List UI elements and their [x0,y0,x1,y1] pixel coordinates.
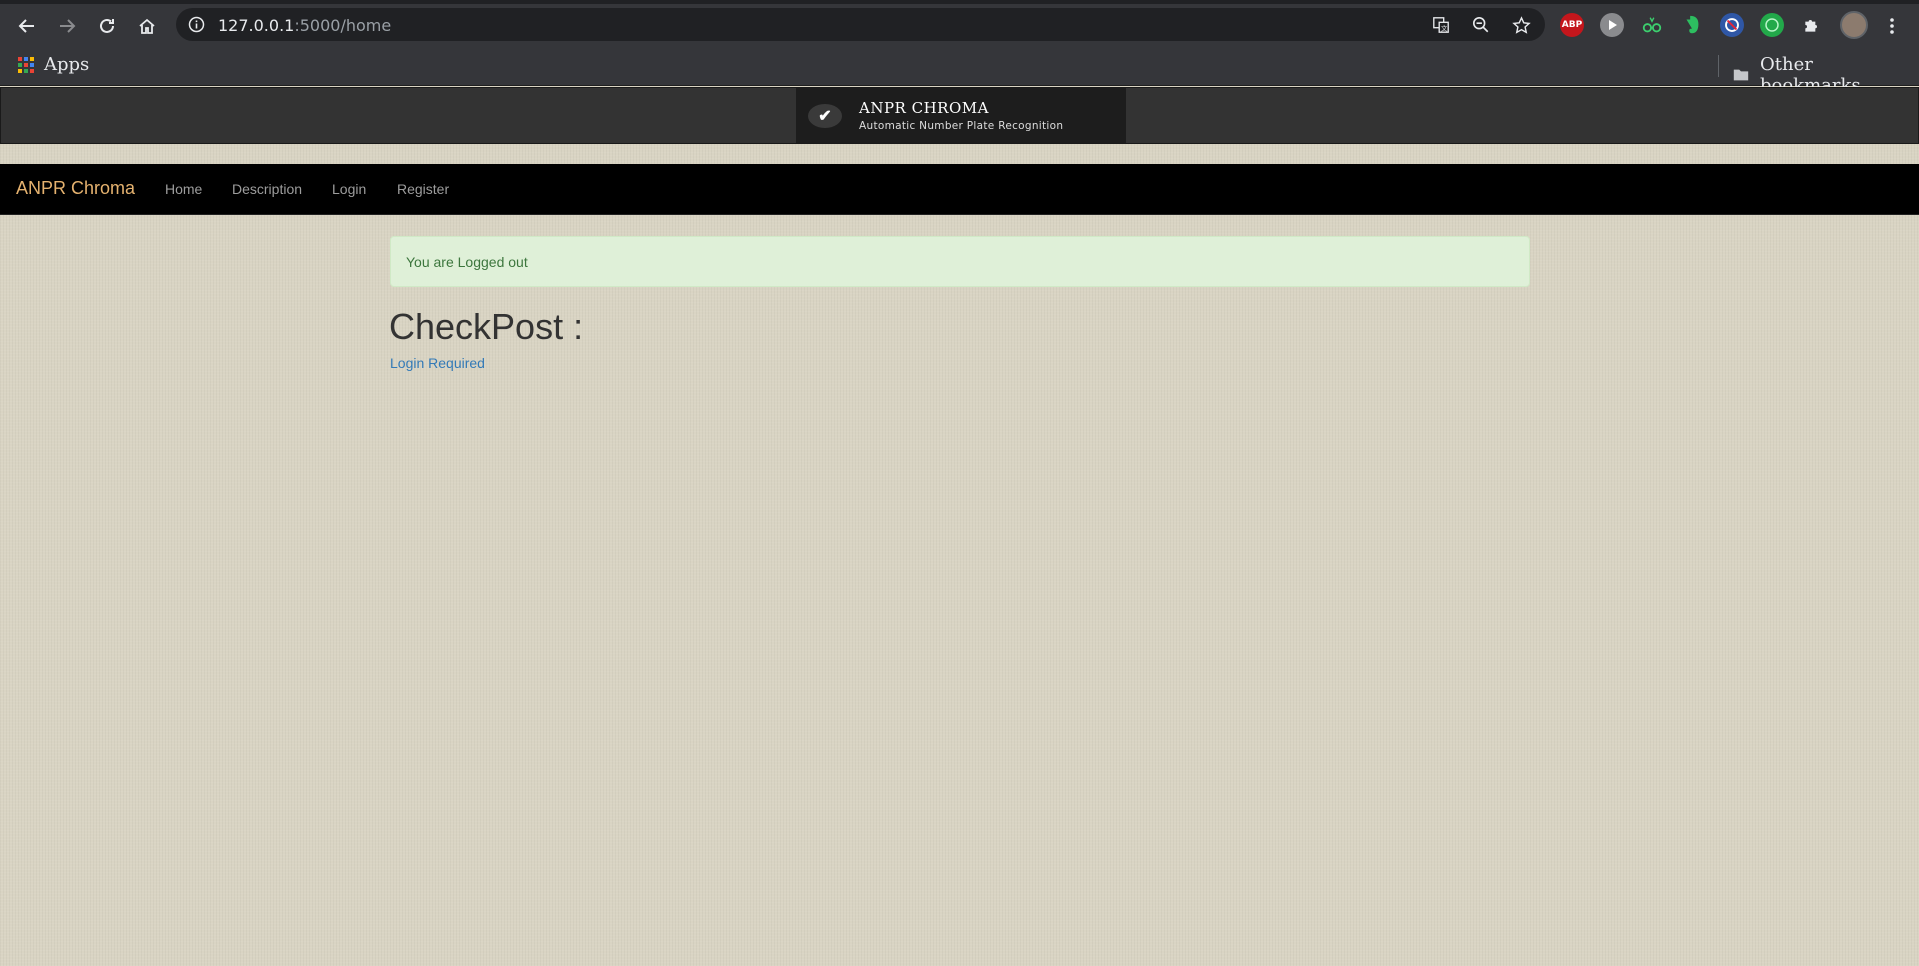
play-icon[interactable] [1600,13,1624,37]
login-required-link[interactable]: Login Required [390,355,485,371]
url-text[interactable]: 127.0.0.1:5000/home [218,16,391,35]
evernote-icon[interactable] [1680,13,1704,37]
apps-grid-icon [18,56,34,73]
logo-subtitle: Automatic Number Plate Recognition [859,120,1064,132]
abp-icon[interactable]: ABP [1560,13,1584,37]
folder-icon [1733,69,1749,81]
back-button[interactable] [13,12,41,40]
home-button[interactable] [133,12,161,40]
zoom-out-icon[interactable] [1470,14,1492,36]
svg-text:文: 文 [1441,23,1448,32]
page-content: ✔ ANPR CHROMA Automatic Number Plate Rec… [0,87,1919,966]
arrow-left-icon [18,19,34,33]
blocker-icon[interactable] [1720,13,1744,37]
abp-label: ABP [1561,20,1583,30]
arrow-right-icon [60,19,76,33]
reload-button[interactable] [93,12,121,40]
alert-text: You are Logged out [406,254,528,270]
logo-title: ANPR CHROMA [859,99,989,117]
address-bar[interactable]: 127.0.0.1:5000/home 文 [176,8,1545,41]
reload-icon [100,18,114,33]
apps-label: Apps [44,54,90,75]
menu-button[interactable] [1880,12,1904,40]
bookmarks-divider [1718,55,1719,77]
home-icon [139,18,155,34]
nav-description[interactable]: Description [232,181,302,197]
apps-bookmark[interactable]: Apps [18,54,89,75]
bookmarks-bar: Apps Other bookmarks [0,47,1919,96]
nav-register[interactable]: Register [397,181,449,197]
site-navbar: ANPR Chroma Home Description Login Regis… [0,164,1919,215]
kebab-menu-icon [1890,18,1894,34]
info-icon[interactable] [188,16,205,33]
browser-toolbar: 127.0.0.1:5000/home 文 ABP [0,0,1919,47]
site-logo[interactable]: ✔ ANPR CHROMA Automatic Number Plate Rec… [796,88,1126,143]
star-icon[interactable] [1510,14,1532,36]
glasses-icon[interactable] [1640,13,1664,37]
navbar-brand[interactable]: ANPR Chroma [16,178,135,199]
url-path: :5000/home [294,16,392,35]
forward-button[interactable] [53,12,81,40]
green-ext-icon[interactable] [1760,13,1784,37]
page-title: CheckPost : [389,306,584,347]
site-header: ✔ ANPR CHROMA Automatic Number Plate Rec… [0,87,1919,144]
logout-alert: You are Logged out [390,236,1530,287]
nav-home[interactable]: Home [165,181,202,197]
avatar[interactable] [1840,11,1868,39]
checkmark-icon: ✔ [808,104,842,128]
url-host: 127.0.0.1 [218,16,295,35]
puzzle-icon[interactable] [1800,13,1824,37]
nav-login[interactable]: Login [332,181,366,197]
translate-icon[interactable]: 文 [1430,14,1452,36]
